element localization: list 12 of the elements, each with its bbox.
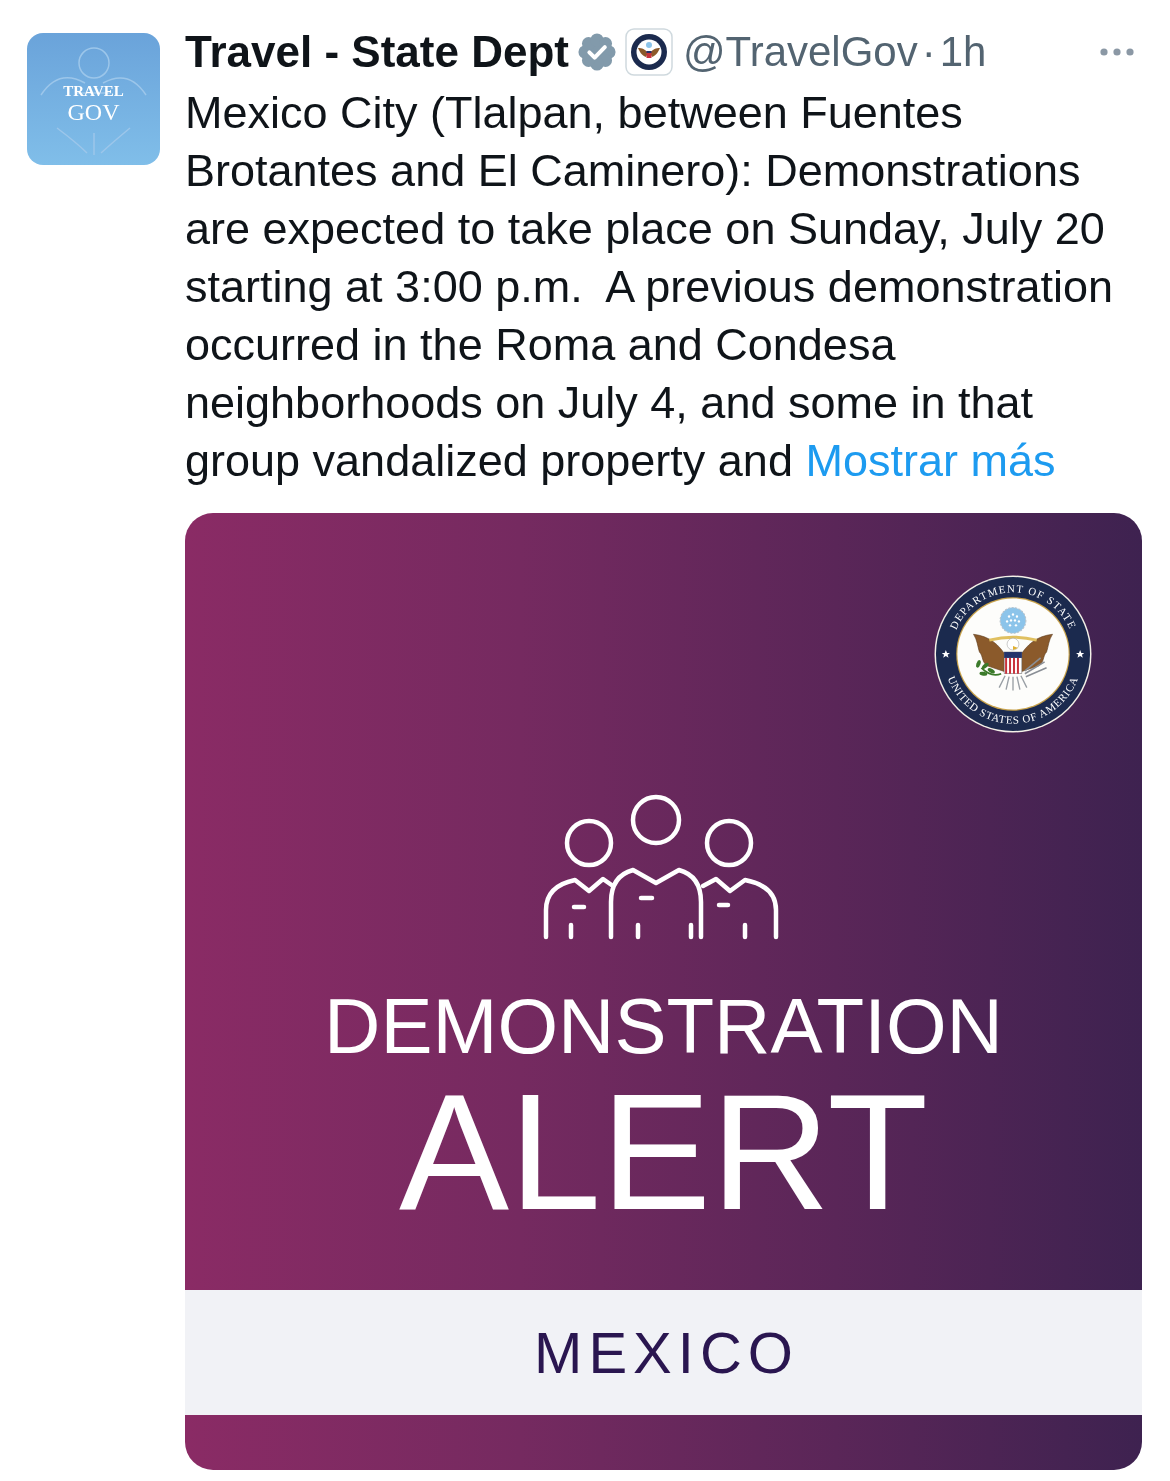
logo-text: TRAVEL (63, 82, 124, 100)
title-text: ALERT (399, 1070, 928, 1235)
country-label: MEXICO (533, 1319, 799, 1386)
author-name[interactable]: Travel - State Dept (185, 27, 569, 77)
seal-badge-icon (624, 28, 673, 76)
author-handle[interactable]: @TravelGov (682, 28, 918, 76)
post-time[interactable]: 1h (939, 28, 987, 76)
headline-text: DEMONSTRATION (324, 987, 1003, 1065)
more-options-icon[interactable] (1099, 47, 1135, 57)
post-text: Mexico City (Tlalpan, between Fuentes Brotantes and El Caminero): Demonstrations are expected to take place on Sunday, July 20 starting at 3:00 p.m. A previous demonstration occurred in the Roma and Condesa neighborhoods on July 4, and some in that group vandalized property and Mostrar más (185, 86, 1114, 488)
separator-dot: · (921, 28, 936, 76)
logo-text: GOV (67, 100, 120, 124)
